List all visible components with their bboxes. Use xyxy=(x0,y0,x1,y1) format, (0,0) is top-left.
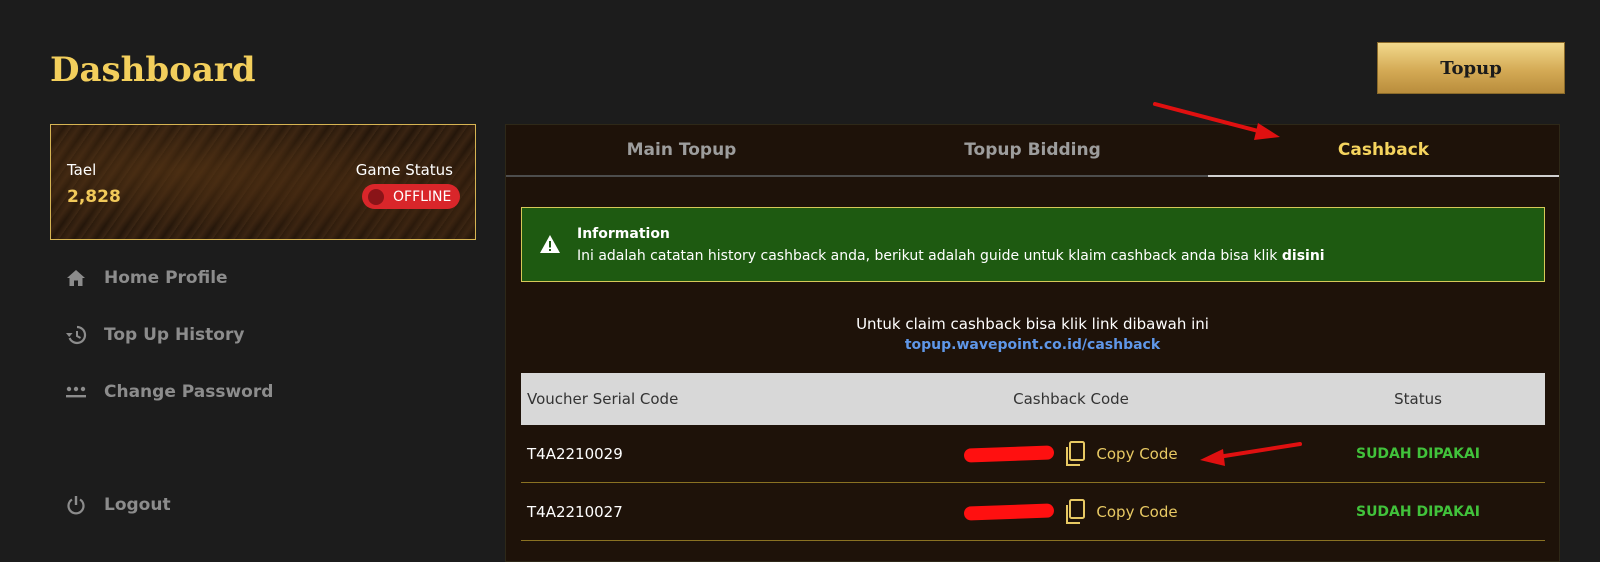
warning-icon xyxy=(539,234,561,254)
information-text: Ini adalah catatan history cashback anda… xyxy=(577,248,1325,264)
home-icon xyxy=(64,266,88,290)
cashback-code-cell: Copy Code xyxy=(851,440,1291,467)
tab-topup-bidding[interactable]: Topup Bidding xyxy=(857,125,1208,177)
password-icon xyxy=(64,380,88,404)
voucher-serial-code: T4A2210027 xyxy=(527,502,623,521)
sidebar-item-label: Home Profile xyxy=(104,268,228,288)
game-status-label: Game Status xyxy=(355,161,453,179)
tab-main-topup[interactable]: Main Topup xyxy=(506,125,857,177)
sidebar-item-top-up-history[interactable]: Top Up History xyxy=(64,323,244,347)
tael-value: 2,828 xyxy=(67,187,121,207)
profile-card: Tael 2,828 Game Status OFFLINE xyxy=(50,124,476,240)
tael-label: Tael xyxy=(67,161,97,179)
table-row: T4A2210027 Copy Code SUDAH DIPAKAI xyxy=(521,483,1545,541)
copy-icon[interactable] xyxy=(1064,498,1086,525)
header-voucher-serial: Voucher Serial Code xyxy=(527,390,679,408)
copy-icon[interactable] xyxy=(1064,440,1086,467)
status-badge: SUDAH DIPAKAI xyxy=(1355,503,1481,520)
tab-cashback[interactable]: Cashback xyxy=(1208,125,1559,177)
sidebar-item-label: Top Up History xyxy=(104,325,245,345)
game-status-badge: OFFLINE xyxy=(362,184,460,209)
copy-code-button[interactable]: Copy Code xyxy=(1096,445,1177,463)
sidebar-item-change-password[interactable]: Change Password xyxy=(64,380,273,404)
cashback-table: Voucher Serial Code Cashback Code Status… xyxy=(521,373,1545,541)
tab-bar: Main Topup Topup Bidding Cashback xyxy=(506,125,1559,177)
header-cashback-code: Cashback Code xyxy=(1013,390,1129,408)
sidebar-item-label: Change Password xyxy=(104,382,274,402)
table-header: Voucher Serial Code Cashback Code Status xyxy=(521,373,1545,425)
page-title: Dashboard xyxy=(50,50,256,90)
status-badge: SUDAH DIPAKAI xyxy=(1355,445,1481,462)
table-row: T4A2210029 Copy Code SUDAH DIPAKAI xyxy=(521,425,1545,483)
cashback-code-cell: Copy Code xyxy=(851,498,1291,525)
history-icon xyxy=(64,323,88,347)
information-alert: Information Ini adalah catatan history c… xyxy=(521,207,1545,282)
claim-instruction: Untuk claim cashback bisa klik link diba… xyxy=(856,315,1209,333)
logout-button[interactable]: Logout xyxy=(64,493,171,517)
redaction-mark xyxy=(964,502,1055,521)
information-body: Ini adalah catatan history cashback anda… xyxy=(577,248,1282,264)
cashback-link[interactable]: topup.wavepoint.co.id/cashback xyxy=(506,337,1559,353)
copy-code-button[interactable]: Copy Code xyxy=(1096,503,1177,521)
game-status-value: OFFLINE xyxy=(393,188,452,205)
status-dot-icon xyxy=(368,188,384,205)
logout-label: Logout xyxy=(104,495,171,515)
information-title: Information xyxy=(577,226,670,242)
topup-button[interactable]: Topup xyxy=(1377,42,1565,94)
redaction-mark xyxy=(964,444,1055,463)
header-status: Status xyxy=(1394,390,1442,408)
sidebar-item-home-profile[interactable]: Home Profile xyxy=(64,266,228,290)
disini-link[interactable]: disini xyxy=(1282,248,1325,264)
voucher-serial-code: T4A2210029 xyxy=(527,444,623,463)
main-panel: Main Topup Topup Bidding Cashback Inform… xyxy=(505,124,1560,562)
power-icon xyxy=(64,493,88,517)
